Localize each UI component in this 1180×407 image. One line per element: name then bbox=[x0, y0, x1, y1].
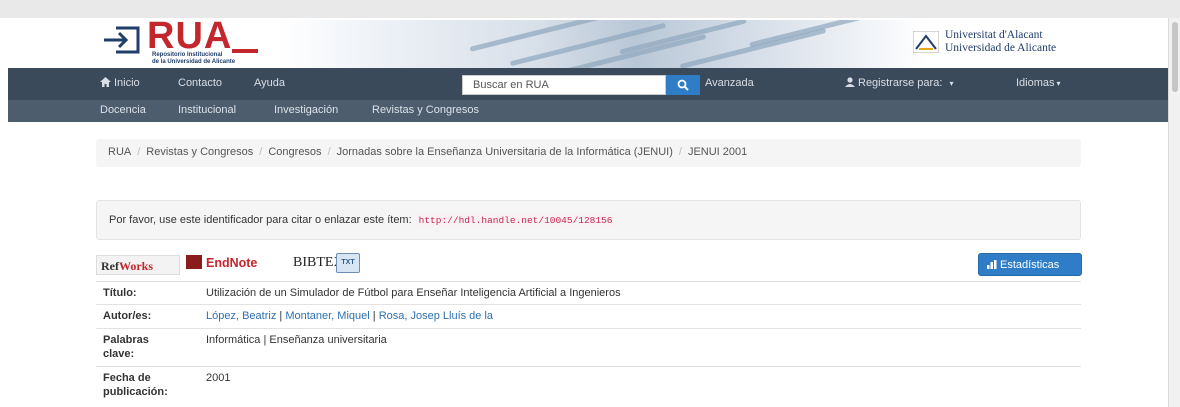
main-navbar: Inicio Contacto Ayuda Buscar en RUA Avan… bbox=[8, 68, 1168, 100]
search-icon bbox=[677, 79, 689, 91]
date-label: Fecha de publicación: bbox=[103, 371, 188, 399]
site-header: RUA Repositorio Institucional de la Univ… bbox=[8, 15, 1168, 68]
breadcrumb-item[interactable]: Revistas y Congresos bbox=[146, 146, 253, 158]
subnav-docencia[interactable]: Docencia bbox=[100, 104, 146, 116]
metadata-row-keywords: Palabras clave: Informática | Enseñanza … bbox=[96, 328, 1081, 366]
university-name-ca: Universitat d'Alacant bbox=[945, 29, 1043, 41]
keywords-label: Palabras clave: bbox=[103, 333, 188, 361]
authors-value: López, Beatriz | Montaner, Miquel | Rosa… bbox=[206, 310, 494, 322]
scrollbar-thumb[interactable] bbox=[1172, 22, 1178, 92]
metadata-row-title: Título: Utilización de un Simulador de F… bbox=[96, 281, 1081, 304]
logo-subtitle: Repositorio Institucional de la Universi… bbox=[152, 52, 235, 66]
authors-label: Autor/es: bbox=[103, 310, 152, 322]
header-banner-image bbox=[278, 20, 928, 68]
subnav-institucional[interactable]: Institucional bbox=[178, 104, 236, 116]
search-button[interactable] bbox=[666, 75, 700, 95]
logo-subtitle-line-1: Repositorio Institucional bbox=[152, 52, 223, 58]
secondary-navbar: Docencia Institucional Investigación Rev… bbox=[8, 100, 1168, 122]
bar-chart-icon bbox=[987, 260, 997, 269]
subnav-investigacion[interactable]: Investigación bbox=[274, 104, 338, 116]
breadcrumb-separator: / bbox=[137, 146, 141, 158]
date-label-line-1: Fecha de bbox=[103, 372, 151, 384]
chevron-down-icon: ▾ bbox=[949, 79, 954, 88]
handle-link[interactable]: http://hdl.handle.net/10045/128156 bbox=[415, 214, 616, 227]
cite-identifier-box: Por favor, use este identificador para c… bbox=[96, 200, 1081, 240]
nav-home-label: Inicio bbox=[114, 77, 140, 89]
nav-home[interactable]: Inicio bbox=[100, 77, 140, 89]
subnav-revistas-congresos[interactable]: Revistas y Congresos bbox=[372, 104, 479, 116]
date-value: 2001 bbox=[206, 372, 231, 384]
statistics-button[interactable]: Estadísticas bbox=[978, 253, 1082, 276]
refworks-label-b: Works bbox=[119, 259, 154, 273]
title-value: Utilización de un Simulador de Fútbol pa… bbox=[206, 287, 621, 299]
chevron-down-icon: ▾ bbox=[1056, 79, 1061, 88]
university-logo[interactable]: Universitat d'Alacant Universidad de Ali… bbox=[913, 27, 1093, 59]
university-name-es: Universidad de Alicante bbox=[945, 42, 1057, 54]
search-input[interactable]: Buscar en RUA bbox=[462, 75, 666, 95]
nav-languages-label: Idiomas bbox=[1016, 77, 1055, 89]
author-link[interactable]: Rosa, Josep Lluís de la bbox=[379, 310, 493, 322]
breadcrumb: RUA / Revistas y Congresos / Congresos / Jorna… bbox=[96, 139, 1081, 167]
date-label-line-2: publicación: bbox=[103, 386, 168, 398]
rua-logo[interactable]: RUA Repositorio Institucional de la Univ… bbox=[102, 15, 272, 67]
endnote-export-button[interactable]: EndNote bbox=[206, 256, 257, 270]
keywords-label-line-1: Palabras bbox=[103, 334, 149, 346]
keywords-value: Informática | Enseñanza universitaria bbox=[206, 334, 387, 346]
cite-instruction: Por favor, use este identificador para c… bbox=[109, 214, 412, 226]
title-label: Título: bbox=[103, 287, 137, 299]
breadcrumb-item[interactable]: Congresos bbox=[268, 146, 321, 158]
refworks-export-button[interactable]: RefWorks bbox=[96, 255, 180, 275]
breadcrumb-item[interactable]: RUA bbox=[108, 146, 131, 158]
nav-register-label: Registrarse para: bbox=[858, 77, 943, 89]
refworks-label-a: Ref bbox=[101, 259, 119, 273]
university-emblem-icon bbox=[913, 31, 939, 53]
txt-export-icon[interactable]: TXT bbox=[336, 253, 360, 273]
logo-underline bbox=[232, 49, 258, 53]
author-link[interactable]: Montaner, Miquel bbox=[285, 310, 369, 322]
breadcrumb-separator: / bbox=[678, 146, 682, 158]
nav-help[interactable]: Ayuda bbox=[254, 77, 285, 89]
endnote-icon[interactable] bbox=[186, 255, 202, 269]
nav-languages[interactable]: Idiomas ▾ bbox=[1016, 77, 1061, 89]
home-icon bbox=[100, 77, 111, 87]
page-scrollbar[interactable] bbox=[1168, 18, 1180, 407]
statistics-label: Estadísticas bbox=[1000, 259, 1060, 271]
breadcrumb-separator: / bbox=[327, 146, 331, 158]
login-arrow-icon bbox=[104, 26, 140, 54]
metadata-row-date: Fecha de publicación: 2001 bbox=[96, 366, 1081, 404]
breadcrumb-item[interactable]: JENUI 2001 bbox=[688, 146, 747, 158]
logo-subtitle-line-2: de la Universidad de Alicante bbox=[152, 59, 236, 65]
author-link[interactable]: López, Beatriz bbox=[206, 310, 276, 322]
item-metadata-table: Título: Utilización de un Simulador de F… bbox=[96, 281, 1081, 404]
breadcrumb-separator: / bbox=[259, 146, 263, 158]
nav-contact[interactable]: Contacto bbox=[178, 77, 222, 89]
keywords-label-line-2: clave: bbox=[103, 348, 135, 360]
nav-register[interactable]: Registrarse para: ▾ bbox=[845, 77, 953, 89]
metadata-row-authors: Autor/es: López, Beatriz | Montaner, Miq… bbox=[96, 304, 1081, 328]
breadcrumb-item[interactable]: Jornadas sobre la Enseñanza Universitari… bbox=[337, 146, 673, 158]
nav-advanced-search[interactable]: Avanzada bbox=[705, 77, 754, 89]
user-icon bbox=[845, 77, 855, 87]
university-name: Universitat d'Alacant Universidad de Ali… bbox=[945, 29, 1056, 55]
